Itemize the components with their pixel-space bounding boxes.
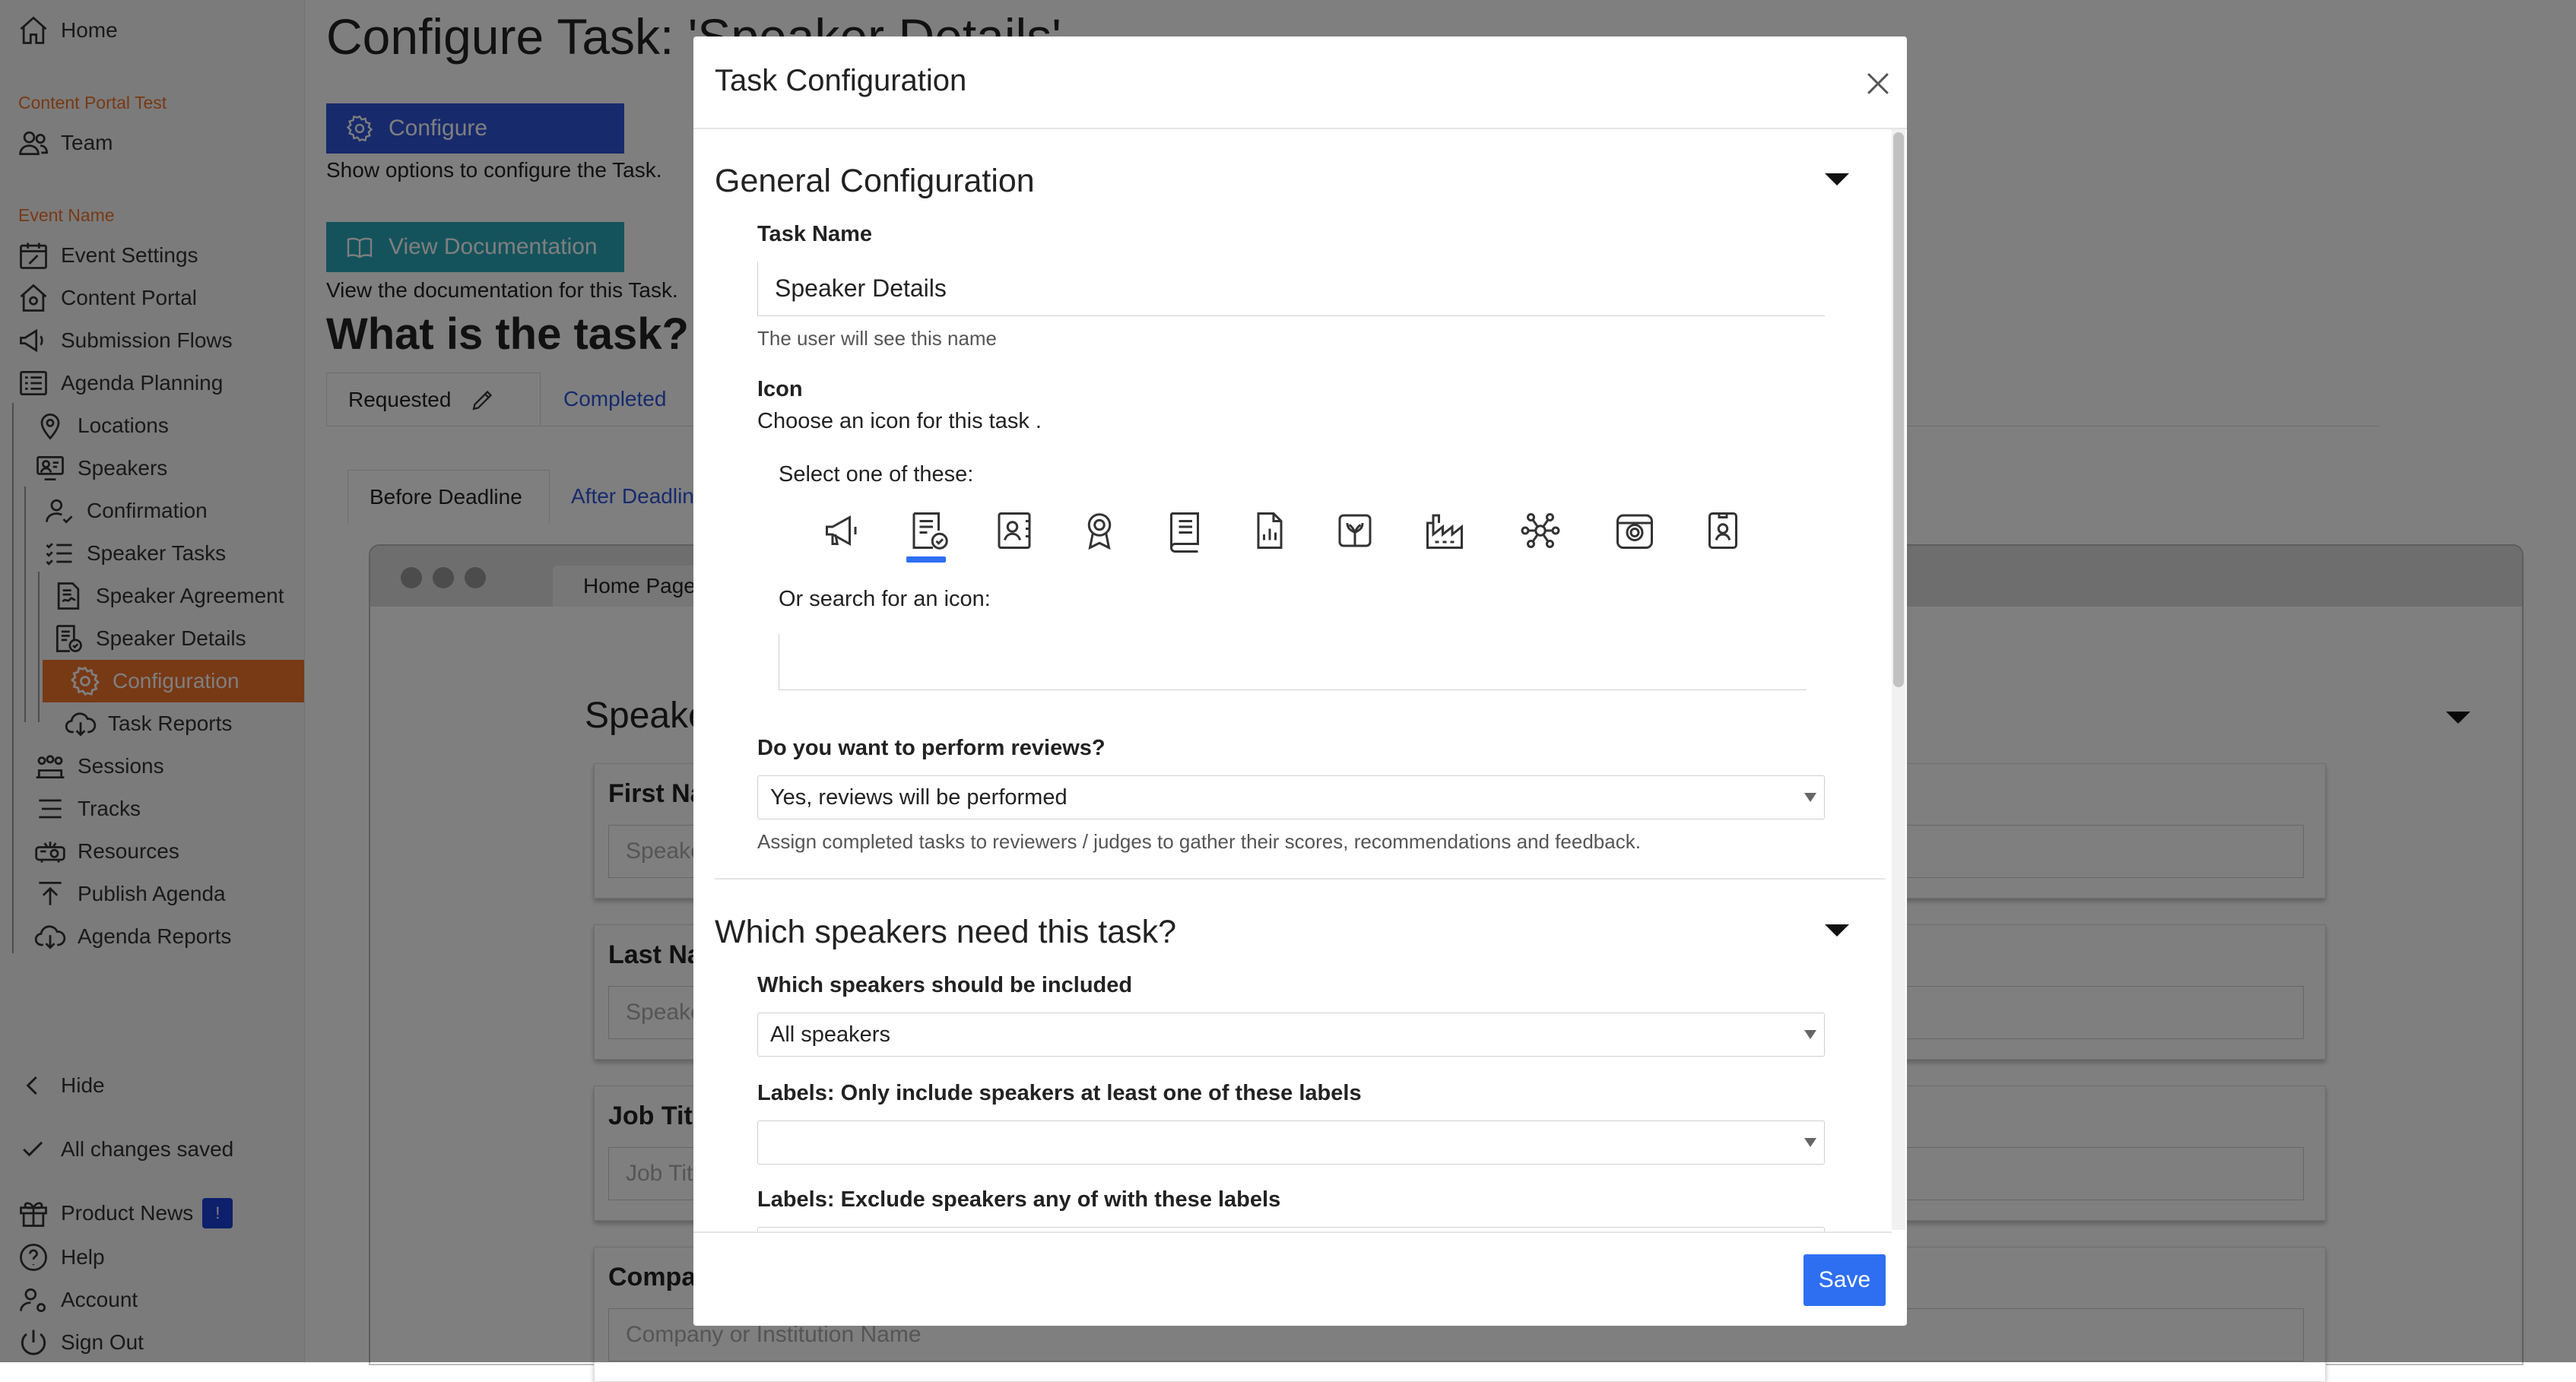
factory-icon[interactable] xyxy=(1422,508,1467,553)
search-icon-label: Or search for an icon: xyxy=(779,587,991,611)
include-speakers-label: Which speakers should be included xyxy=(757,973,1133,997)
camera-icon[interactable] xyxy=(1612,508,1658,553)
network-icon[interactable] xyxy=(1518,508,1563,553)
icon-label: Icon xyxy=(757,377,803,401)
megaphone-icon[interactable] xyxy=(821,508,867,553)
chevron-down-icon xyxy=(1804,1030,1816,1039)
selected-icon-indicator xyxy=(906,556,946,563)
labels-exclude-label: Labels: Exclude speakers any of with the… xyxy=(757,1187,1281,1212)
labels-include-label: Labels: Only include speakers at least o… xyxy=(757,1081,1362,1105)
include-speakers-value: All speakers xyxy=(770,1022,890,1047)
reviews-help: Assign completed tasks to reviewers / ju… xyxy=(757,830,1641,853)
include-speakers-select[interactable]: All speakers xyxy=(757,1013,1825,1057)
task-name-help: The user will see this name xyxy=(757,327,998,350)
contact-card-icon[interactable] xyxy=(991,508,1037,553)
id-badge-icon[interactable] xyxy=(1700,508,1746,553)
gift-box-icon[interactable] xyxy=(1332,508,1378,553)
collapse-general-toggle[interactable] xyxy=(1825,173,1849,185)
checklist-icon[interactable] xyxy=(906,508,952,553)
task-name-label: Task Name xyxy=(757,222,872,246)
icon-help: Choose an icon for this task . xyxy=(757,409,1042,433)
task-configuration-modal: Task Configuration General Configuration… xyxy=(693,36,1907,1326)
modal-title: Task Configuration xyxy=(715,64,967,97)
reviews-label: Do you want to perform reviews? xyxy=(757,736,1106,760)
modal-header-divider xyxy=(693,128,1907,129)
award-icon[interactable] xyxy=(1077,508,1122,553)
general-configuration-heading: General Configuration xyxy=(715,163,1035,199)
document-chart-icon[interactable] xyxy=(1247,508,1293,553)
select-one-label: Select one of these: xyxy=(779,462,974,487)
chevron-down-icon xyxy=(1804,1138,1816,1147)
collapse-speakers-toggle[interactable] xyxy=(1825,924,1849,937)
chevron-down-icon xyxy=(1804,793,1816,802)
section-divider xyxy=(715,878,1886,880)
modal-scrollbar-thumb[interactable] xyxy=(1893,132,1904,687)
reviews-select[interactable]: Yes, reviews will be performed xyxy=(757,775,1825,819)
task-name-input[interactable] xyxy=(757,262,1825,316)
speakers-section-heading: Which speakers need this task? xyxy=(715,914,1177,950)
close-icon[interactable] xyxy=(1861,67,1895,100)
save-button[interactable]: Save xyxy=(1804,1254,1886,1306)
book-icon[interactable] xyxy=(1162,508,1207,553)
icon-search-input[interactable] xyxy=(779,634,1807,690)
labels-include-select[interactable] xyxy=(757,1120,1825,1165)
modal-footer xyxy=(693,1231,1892,1326)
reviews-selected-value: Yes, reviews will be performed xyxy=(770,785,1068,810)
